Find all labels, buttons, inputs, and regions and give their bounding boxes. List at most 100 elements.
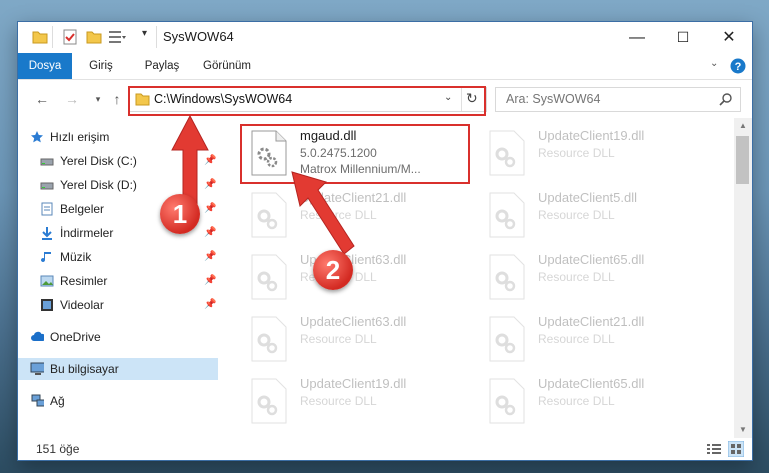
close-button[interactable]: ✕ bbox=[706, 22, 752, 53]
sidebar-item-network[interactable]: Ağ bbox=[18, 390, 218, 412]
search-box[interactable] bbox=[495, 87, 741, 112]
file-item[interactable]: UpdateClient19.dll Resource DLL bbox=[482, 124, 712, 184]
file-name: UpdateClient19.dll bbox=[538, 128, 645, 143]
dll-file-icon bbox=[251, 316, 287, 362]
sidebar-item-videos[interactable]: Videolar 📌 bbox=[18, 294, 218, 316]
download-icon bbox=[42, 227, 52, 240]
tiles-view-icon[interactable] bbox=[728, 441, 744, 457]
address-folder-icon bbox=[135, 93, 150, 106]
help-icon[interactable]: ? bbox=[730, 58, 746, 74]
qa-divider bbox=[52, 26, 53, 48]
sidebar-item-onedrive[interactable]: OneDrive bbox=[18, 326, 218, 348]
file-type: Resource DLL bbox=[538, 270, 615, 284]
scroll-down-icon[interactable]: ▼ bbox=[734, 422, 752, 438]
file-item[interactable]: UpdateClient65.dll Resource DLL bbox=[482, 248, 712, 308]
dll-file-icon bbox=[489, 254, 525, 300]
sidebar-item-pictures[interactable]: Resimler 📌 bbox=[18, 270, 218, 292]
file-name: UpdateClient65.dll bbox=[538, 376, 645, 391]
ribbon-tabs: Dosya Giriş Paylaş Görünüm ⌄ ? bbox=[18, 53, 752, 80]
address-bar[interactable]: C:\Windows\SysWOW64 ⌄ ↻ bbox=[129, 87, 487, 112]
pin-icon[interactable]: 📌 bbox=[204, 246, 216, 268]
sidebar-item-label: Videolar bbox=[60, 298, 104, 312]
new-folder-icon[interactable] bbox=[86, 29, 102, 45]
step-1-badge: 1 bbox=[160, 194, 200, 234]
sidebar-item-label: OneDrive bbox=[50, 330, 101, 344]
sidebar-item-label: Ağ bbox=[50, 394, 65, 408]
sidebar-item-label: Belgeler bbox=[60, 202, 105, 216]
qa-dropdown-icon[interactable]: ▾ bbox=[142, 28, 147, 39]
file-version: 5.0.2475.1200 bbox=[300, 146, 377, 160]
dll-file-icon bbox=[251, 378, 287, 424]
pin-icon[interactable]: 📌 bbox=[204, 270, 216, 292]
file-item[interactable]: UpdateClient5.dll Resource DLL bbox=[482, 186, 712, 246]
scrollbar-thumb[interactable] bbox=[736, 136, 749, 184]
svg-text:?: ? bbox=[735, 61, 742, 73]
pictures-icon bbox=[40, 275, 54, 287]
tab-home[interactable]: Giriş bbox=[80, 53, 122, 79]
sidebar-item-this-pc[interactable]: Bu bilgisayar bbox=[18, 358, 218, 380]
music-icon bbox=[41, 252, 51, 263]
customize-toolbar-icon[interactable] bbox=[108, 29, 126, 45]
sidebar-item-label: Resimler bbox=[60, 274, 108, 288]
video-icon bbox=[41, 299, 53, 311]
tab-share[interactable]: Paylaş bbox=[136, 53, 188, 79]
address-dropdown-icon[interactable]: ⌄ bbox=[444, 92, 452, 103]
tab-file[interactable]: Dosya bbox=[18, 53, 72, 79]
sidebar-item-label: Hızlı erişim bbox=[50, 130, 110, 144]
file-name: UpdateClient63.dll bbox=[300, 314, 407, 329]
sidebar-item-music[interactable]: Müzik 📌 bbox=[18, 246, 218, 268]
navigation-bar: ← → ▾ ↑ C:\Windows\SysWOW64 ⌄ ↻ bbox=[18, 80, 752, 118]
file-type: Resource DLL bbox=[300, 394, 377, 408]
sidebar-item-label: İndirmeler bbox=[60, 226, 114, 240]
star-icon bbox=[31, 131, 43, 143]
search-icon[interactable] bbox=[719, 92, 733, 106]
item-count: 151 öğe bbox=[36, 442, 80, 456]
title-divider bbox=[156, 26, 157, 48]
dll-file-icon bbox=[489, 378, 525, 424]
up-arrow-icon[interactable]: ↑ bbox=[107, 89, 127, 109]
file-name: UpdateClient65.dll bbox=[538, 252, 645, 267]
file-item[interactable]: UpdateClient21.dll Resource DLL bbox=[482, 310, 712, 370]
network-icon bbox=[31, 394, 44, 407]
file-type: Resource DLL bbox=[300, 332, 377, 346]
cloud-icon bbox=[31, 331, 44, 341]
documents-icon bbox=[41, 202, 53, 216]
file-item[interactable]: UpdateClient19.dll Resource DLL bbox=[244, 372, 474, 432]
sidebar-item-label: Müzik bbox=[60, 250, 92, 264]
step-2-badge: 2 bbox=[313, 250, 353, 290]
file-name: UpdateClient21.dll bbox=[538, 314, 645, 329]
refresh-icon[interactable]: ↻ bbox=[466, 90, 478, 107]
computer-icon bbox=[30, 362, 44, 375]
address-divider bbox=[461, 88, 462, 111]
status-bar: 151 öğe bbox=[18, 438, 752, 460]
file-item[interactable]: UpdateClient65.dll Resource DLL bbox=[482, 372, 712, 432]
details-view-icon[interactable] bbox=[706, 442, 722, 456]
back-arrow-icon[interactable]: ← bbox=[32, 89, 52, 109]
sidebar-item-label: Yerel Disk (D:) bbox=[60, 178, 137, 192]
expand-ribbon-icon[interactable]: ⌄ bbox=[710, 58, 718, 69]
sidebar-item-label: Yerel Disk (C:) bbox=[60, 154, 137, 168]
file-item[interactable]: UpdateClient63.dll Resource DLL bbox=[244, 310, 474, 370]
file-type: Resource DLL bbox=[538, 394, 615, 408]
recent-locations-icon[interactable]: ▾ bbox=[88, 89, 108, 109]
file-name: UpdateClient5.dll bbox=[538, 190, 638, 205]
properties-icon[interactable] bbox=[62, 29, 78, 45]
address-path: C:\Windows\SysWOW64 bbox=[154, 92, 293, 106]
dll-file-icon bbox=[489, 130, 525, 176]
minimize-button[interactable]: — bbox=[614, 22, 660, 53]
vertical-scrollbar[interactable]: ▲ ▼ bbox=[734, 118, 752, 438]
explorer-window: ▾ SysWOW64 — ☐ ✕ Dosya Giriş Paylaş Görü… bbox=[18, 22, 752, 460]
file-name: mgaud.dll bbox=[300, 128, 357, 143]
forward-arrow-icon[interactable]: → bbox=[62, 89, 82, 109]
search-input[interactable] bbox=[504, 91, 708, 107]
folder-icon[interactable] bbox=[32, 29, 48, 45]
drive-icon bbox=[40, 158, 54, 166]
tab-view[interactable]: Görünüm bbox=[198, 53, 256, 79]
file-type: Resource DLL bbox=[538, 332, 615, 346]
sidebar-item-label: Bu bilgisayar bbox=[50, 362, 119, 376]
scroll-up-icon[interactable]: ▲ bbox=[734, 118, 752, 134]
maximize-button[interactable]: ☐ bbox=[660, 22, 706, 53]
title-bar: ▾ SysWOW64 — ☐ ✕ bbox=[18, 22, 752, 53]
pin-icon[interactable]: 📌 bbox=[204, 294, 216, 316]
dll-file-icon bbox=[489, 192, 525, 238]
